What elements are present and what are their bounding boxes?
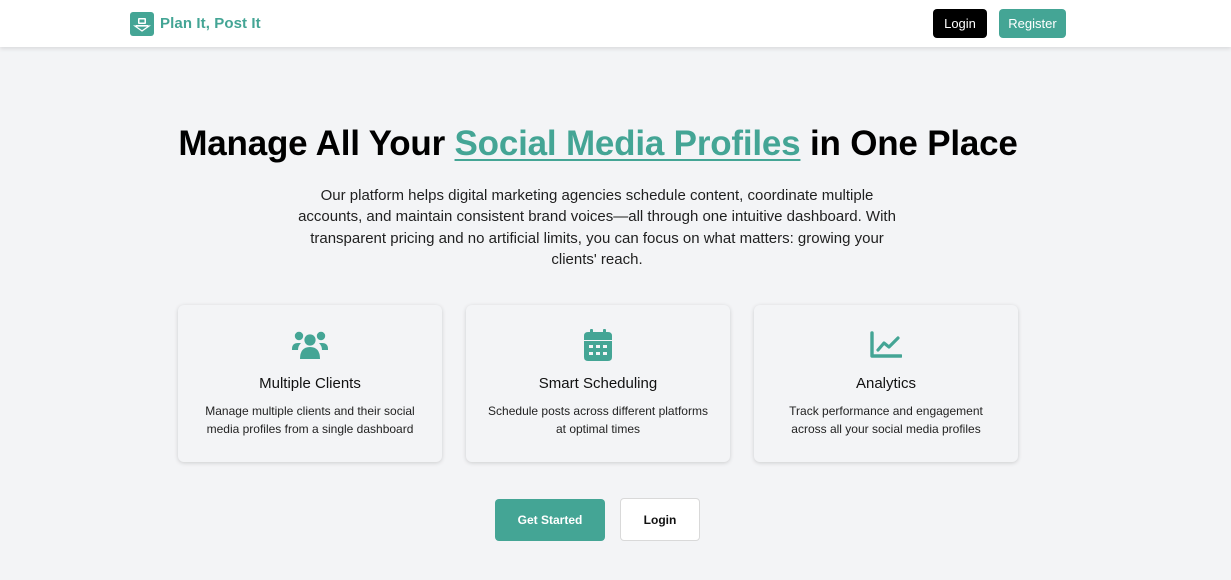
register-button[interactable]: Register xyxy=(999,9,1066,38)
login-button[interactable]: Login xyxy=(933,9,987,38)
feature-description: Track performance and engagement across … xyxy=(789,404,983,436)
login-cta-button[interactable]: Login xyxy=(620,498,700,541)
chart-line-icon xyxy=(754,328,1018,362)
feature-title: Multiple Clients xyxy=(259,375,361,392)
hero-description: Our platform helps digital marketing age… xyxy=(298,187,896,268)
feature-title: Analytics xyxy=(855,375,917,392)
feature-card-multiple-clients: Multiple Clients Manage multiple clients… xyxy=(178,305,442,462)
users-icon xyxy=(178,328,442,362)
feature-description: Manage multiple clients and their social… xyxy=(205,404,415,436)
page-title: Manage All Your Social Media Profiles in… xyxy=(0,124,1196,164)
title-prefix: Manage All Your xyxy=(178,124,455,163)
feature-title: Smart Scheduling xyxy=(538,375,658,392)
calendar-icon xyxy=(466,328,730,362)
feature-card-smart-scheduling: Smart Scheduling Schedule posts across d… xyxy=(466,305,730,462)
title-highlight: Social Media Profiles xyxy=(454,124,801,163)
title-suffix: in One Place xyxy=(800,124,1018,163)
get-started-button[interactable]: Get Started xyxy=(495,499,605,541)
feature-description: Schedule posts across different platform… xyxy=(488,404,708,436)
top-navbar: Plan It, Post It Login Register xyxy=(0,0,1231,47)
laptop-icon xyxy=(130,11,154,36)
brand-link[interactable]: Plan It, Post It xyxy=(130,11,261,36)
feature-card-analytics: Analytics Track performance and engageme… xyxy=(754,305,1018,462)
brand-name: Plan It, Post It xyxy=(160,15,261,32)
